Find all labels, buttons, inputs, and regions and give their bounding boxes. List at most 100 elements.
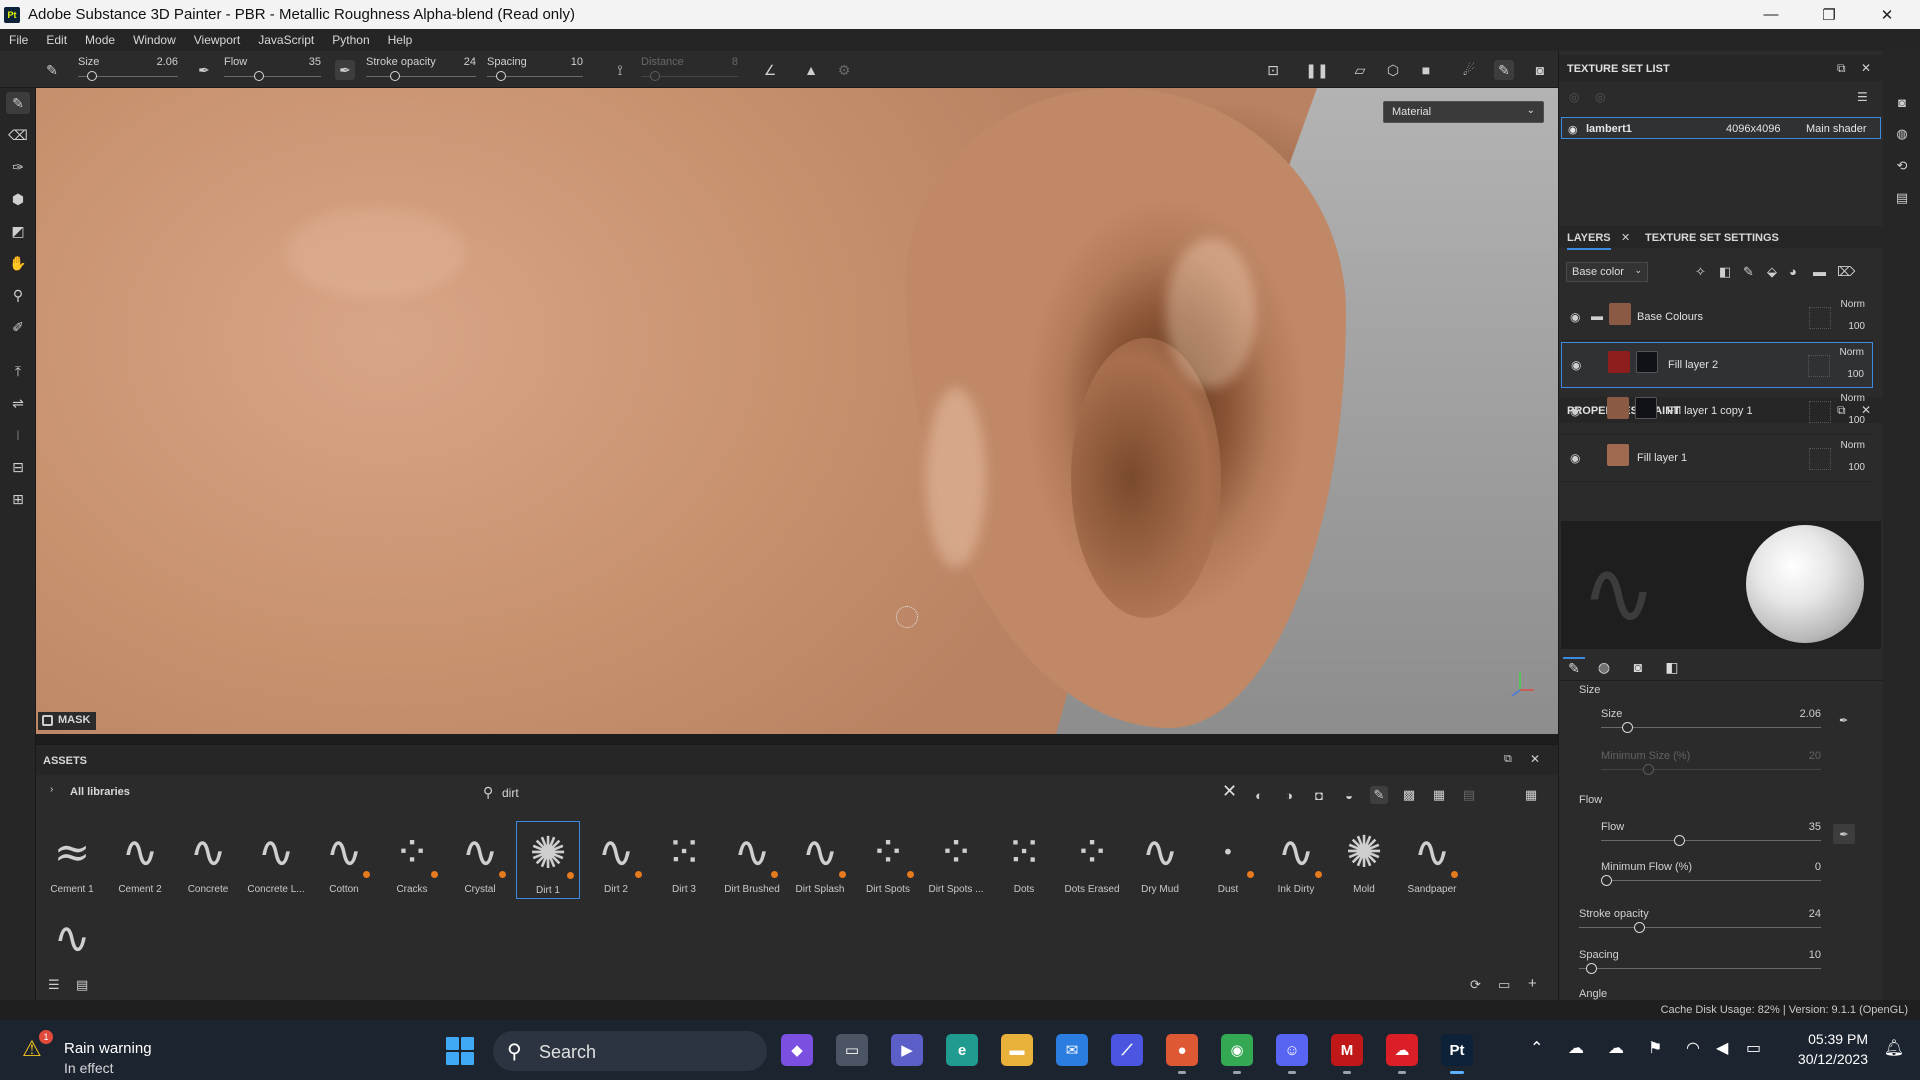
list-view-icon[interactable]: ☰ [48, 977, 60, 993]
asset-tile[interactable]: · Dust [1196, 821, 1260, 899]
menu-window[interactable]: Window [124, 33, 185, 47]
layer-row[interactable]: ◉ ▬ Base Colours Norm 100 [1561, 295, 1873, 341]
asset-tile[interactable]: ⁙ Dots [992, 821, 1056, 899]
filter-brushes-icon[interactable]: ✎ [1370, 786, 1388, 804]
mail-icon[interactable]: ✉ [1056, 1034, 1088, 1066]
spacing-knob[interactable] [495, 71, 506, 81]
prop-spacing-slider[interactable]: Spacing 10 [1579, 949, 1821, 979]
size-pen-pressure-icon[interactable]: ✒ [194, 60, 214, 80]
add-paint-layer-icon[interactable]: ✎ [1743, 264, 1754, 280]
asset-tile[interactable]: ✺ Mold [1332, 821, 1396, 899]
distance-value[interactable]: 8 [732, 56, 738, 68]
size-knob[interactable] [86, 71, 97, 81]
asset-tile[interactable]: ∿ Dry Mud [1128, 821, 1192, 899]
visibility-none-icon[interactable]: ◎ [1595, 90, 1605, 104]
add-asset-icon[interactable]: + [1528, 975, 1537, 992]
menu-list-icon[interactable]: ☰ [1857, 90, 1868, 104]
asset-tile[interactable]: ⁙ Dirt 3 [652, 821, 716, 899]
wifi-icon[interactable]: ◠ [1686, 1038, 1700, 1058]
new-folder-icon[interactable]: ▭ [1498, 977, 1510, 993]
clock[interactable]: 05:39 PM 30/12/2023 [1798, 1031, 1868, 1067]
prop-stroke-opacity-value[interactable]: 24 [1809, 908, 1821, 920]
layer-name[interactable]: Fill layer 1 [1637, 452, 1687, 464]
library-icon[interactable]: ⊞ [6, 488, 30, 510]
layer-row[interactable]: ◉ Fill layer 1 Norm 100 [1561, 436, 1873, 482]
prop-stroke-opacity-slider[interactable]: Stroke opacity 24 [1579, 908, 1821, 938]
flow-slider[interactable]: Flow 35 [224, 54, 321, 86]
shader-settings-icon[interactable]: ◍ [1893, 125, 1911, 143]
screenshot-icon[interactable]: ◙ [1530, 60, 1550, 80]
prop-stroke-opacity-knob[interactable] [1634, 922, 1646, 933]
asset-tile[interactable]: ≈ Cement 1 [40, 821, 104, 899]
filter-materials-icon[interactable]: ◐ [1250, 786, 1268, 804]
copilot-icon[interactable]: ◆ [781, 1034, 813, 1066]
view-3d-icon[interactable]: ⬡ [1383, 60, 1403, 80]
distance-knob[interactable] [649, 71, 660, 81]
add-effect-icon[interactable]: ✧ [1695, 264, 1706, 280]
asset-tile[interactable]: ∿ Dirt Splash [788, 821, 852, 899]
prop-min-size-knob[interactable] [1642, 764, 1654, 775]
prop-min-size-slider[interactable]: Minimum Size (%) 20 [1601, 750, 1821, 780]
refresh-icon[interactable]: ⟳ [1470, 977, 1481, 993]
eye-icon[interactable]: ◉ [1570, 310, 1580, 324]
alpha-tab-icon[interactable]: ◍ [1593, 657, 1615, 677]
undock-icon[interactable]: ⧉ [1837, 61, 1846, 76]
layer-row[interactable]: ◉ Fill layer 1 copy 1 Norm 100 [1561, 389, 1873, 435]
display-settings-icon[interactable]: ◙ [1893, 93, 1911, 111]
texture-set-row[interactable]: ◉ lambert1 4096x4096 Main shader [1561, 117, 1881, 139]
distance-slider[interactable]: Distance 8 [641, 54, 738, 86]
prop-min-flow-knob[interactable] [1601, 875, 1612, 886]
pen-pressure-icon[interactable]: ✒ [1833, 824, 1855, 844]
prop-size-value[interactable]: 2.06 [1800, 708, 1821, 720]
layer-mask-thumbnail[interactable] [1635, 397, 1657, 419]
viewport-3d[interactable] [36, 88, 1558, 734]
asset-tile[interactable]: ∿ Concrete L... [244, 821, 308, 899]
stencil-tab-icon[interactable]: ◙ [1627, 657, 1649, 677]
filter-textures-icon[interactable]: ▩ [1400, 786, 1418, 804]
menu-edit[interactable]: Edit [37, 33, 76, 47]
all-libraries-link[interactable]: All libraries [70, 786, 130, 798]
menu-mode[interactable]: Mode [76, 33, 124, 47]
eraser-tool-icon[interactable]: ⌫ [6, 124, 30, 146]
measure-tool-icon[interactable]: ⊟ [6, 456, 30, 478]
path-tool-icon[interactable]: ⇌ [6, 392, 30, 414]
eye-icon[interactable]: ◉ [1568, 123, 1578, 136]
layer-opacity[interactable]: 100 [1847, 369, 1864, 380]
brush-preset-icon[interactable]: ✎ [42, 60, 62, 80]
pen-pressure-icon[interactable]: ✒ [1839, 714, 1848, 727]
close-panel-icon[interactable]: ✕ [1861, 61, 1871, 75]
asset-tile[interactable]: ∿ Sandpaper [1400, 821, 1464, 899]
flow-pen-pressure-icon[interactable]: ✒ [335, 60, 355, 80]
prop-size-knob[interactable] [1621, 722, 1633, 733]
tab-texture-set-settings[interactable]: TEXTURE SET SETTINGS [1645, 232, 1779, 244]
symmetry-icon[interactable]: ▲ [801, 60, 821, 80]
flow-knob[interactable] [254, 71, 265, 81]
file-explorer-icon[interactable]: ▬ [1001, 1034, 1033, 1066]
log-icon[interactable]: ▤ [1893, 189, 1911, 207]
size-value[interactable]: 2.06 [157, 56, 178, 68]
layer-row[interactable]: ◉ Fill layer 2 Norm 100 [1561, 342, 1873, 388]
eye-icon[interactable]: ◉ [1570, 451, 1580, 465]
asset-tile[interactable]: ∿ Ink Dirty [1264, 821, 1328, 899]
history-icon[interactable]: ⟲ [1893, 157, 1911, 175]
mask-toggle[interactable]: MASK [38, 712, 97, 730]
layer-name[interactable]: Fill layer 2 [1668, 359, 1718, 371]
volume-icon[interactable]: ◀ [1716, 1038, 1728, 1058]
delete-layer-icon[interactable]: ⌦ [1837, 264, 1855, 280]
text-tool-icon[interactable]: I [6, 424, 30, 446]
size-slider[interactable]: Size 2.06 [78, 54, 178, 86]
prop-min-flow-value[interactable]: 0 [1815, 861, 1821, 873]
menu-viewport[interactable]: Viewport [185, 33, 249, 47]
asset-tile[interactable]: ✺ Dirt 1 [516, 821, 580, 899]
prop-min-size-value[interactable]: 20 [1809, 750, 1821, 762]
menu-python[interactable]: Python [323, 33, 378, 47]
asset-tile[interactable]: ∿ Cotton [312, 821, 376, 899]
prop-min-flow-slider[interactable]: Minimum Flow (%) 0 [1601, 861, 1821, 891]
prop-flow-knob[interactable] [1674, 835, 1686, 846]
taskbar-search[interactable]: ⚲ Search [493, 1031, 767, 1071]
layer-mask-thumbnail[interactable] [1636, 351, 1658, 373]
add-mask-icon[interactable]: ◧ [1719, 264, 1731, 280]
blend-mode-select[interactable]: Norm [1841, 299, 1865, 310]
smudge-tool-icon[interactable]: ✋ [6, 252, 30, 274]
blend-mode-select[interactable]: Norm [1840, 347, 1864, 358]
